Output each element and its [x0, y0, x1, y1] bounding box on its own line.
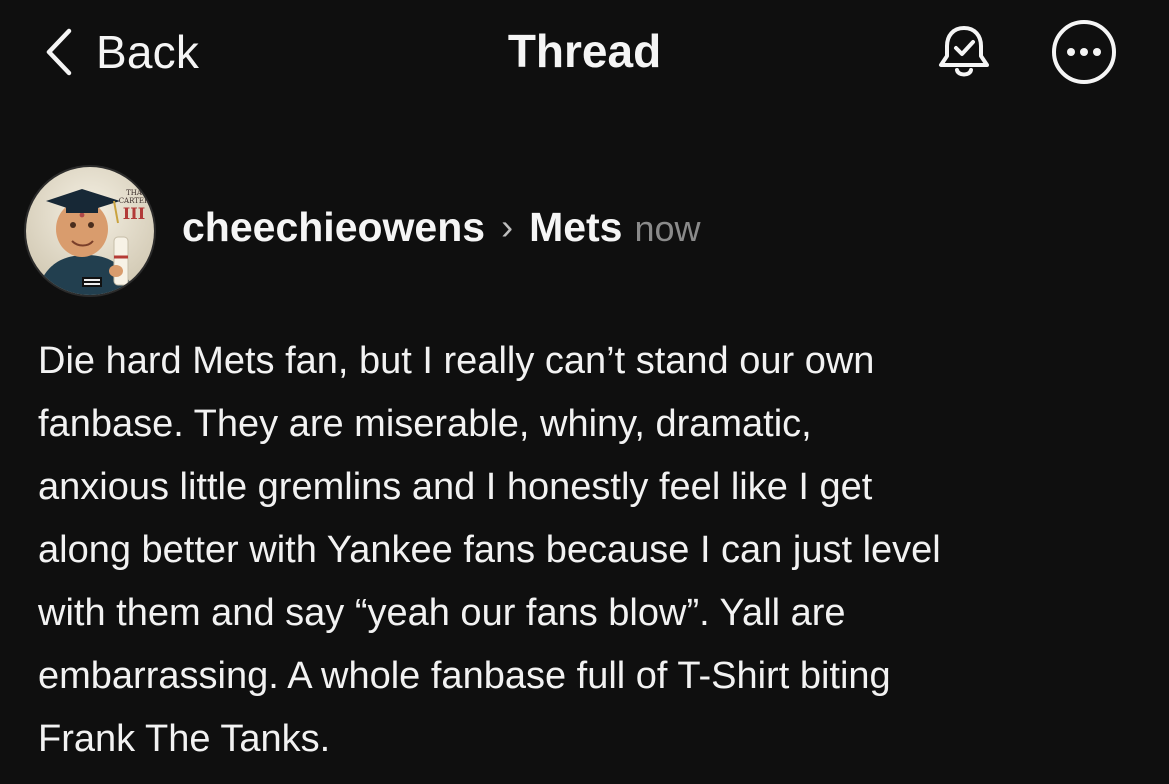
post-body-line: Die hard Mets fan, but I really can’t st…	[38, 340, 875, 382]
post-header: THA CARTER III cheechieowens › Mets now	[24, 165, 701, 297]
post-body-line: embarrassing. A whole fanbase full of T-…	[38, 655, 891, 697]
avatar[interactable]: THA CARTER III	[24, 165, 156, 297]
chevron-right-icon: ›	[501, 205, 514, 247]
avatar-text-tha: THA	[126, 189, 143, 197]
post-body-line: with them and say “yeah our fans blow”. …	[38, 592, 846, 634]
post-timestamp: now	[634, 207, 701, 249]
more-options-icon	[1052, 20, 1116, 84]
back-button[interactable]: Back	[44, 22, 199, 82]
chevron-left-icon	[46, 28, 72, 76]
back-label: Back	[96, 26, 200, 78]
post-body-line: along better with Yankee fans because I …	[38, 529, 941, 571]
top-navigation-bar: Back Thread	[0, 0, 1169, 110]
community-link[interactable]: Mets	[529, 204, 622, 251]
post-body-line: anxious little gremlins and I honestly f…	[38, 466, 873, 508]
more-options-button[interactable]	[1050, 18, 1118, 86]
post-body-line: Frank The Tanks.	[38, 718, 331, 760]
post-body: Die hard Mets fan, but I really can’t st…	[38, 330, 1148, 771]
post-meta: cheechieowens › Mets now	[182, 204, 701, 251]
post-body-line: fanbase. They are miserable, whiny, dram…	[38, 403, 812, 445]
bell-check-icon	[939, 26, 989, 77]
page-title: Thread	[507, 25, 662, 77]
username-link[interactable]: cheechieowens	[182, 204, 485, 251]
notification-bell-button[interactable]	[930, 18, 998, 86]
avatar-text-numeral: III	[123, 204, 145, 223]
